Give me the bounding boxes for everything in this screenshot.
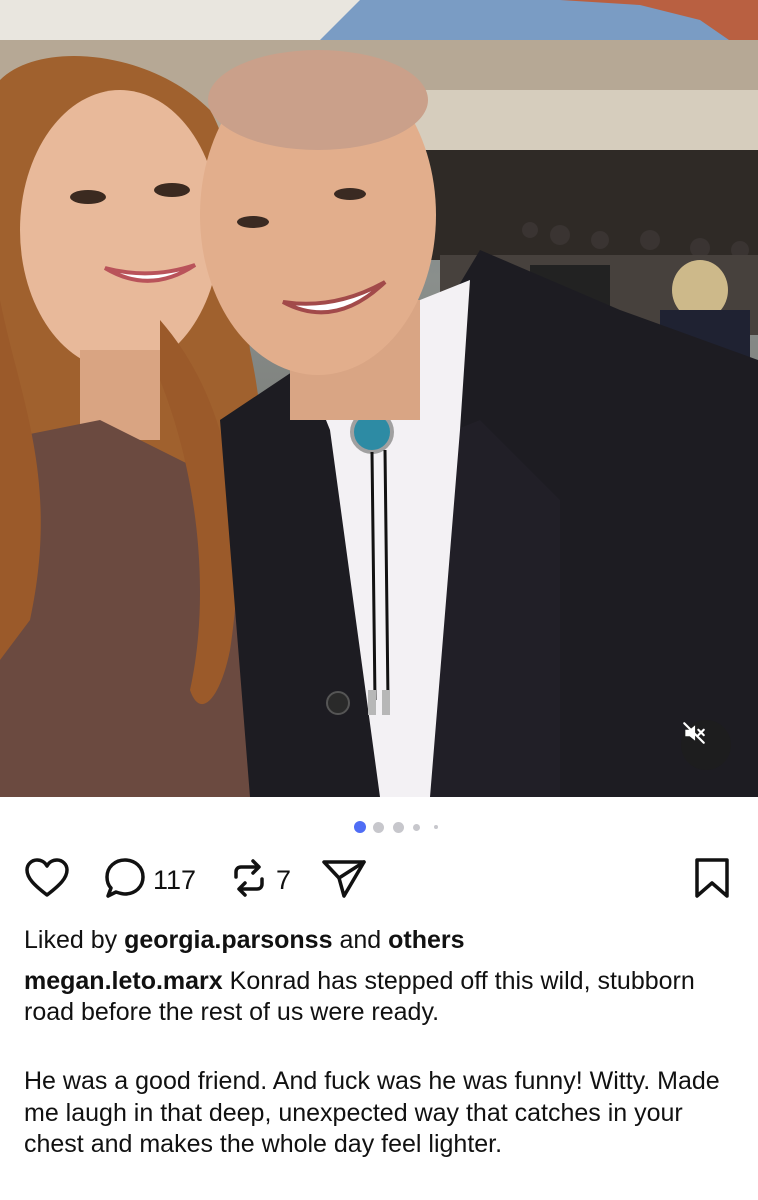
likes-prefix: Liked by xyxy=(24,926,118,954)
comment-count: 117 xyxy=(153,864,197,895)
caption-username[interactable]: megan.leto.marx xyxy=(24,967,223,995)
caption-paragraph: He was a good friend. And fuck was he wa… xyxy=(24,1067,720,1158)
comment-button[interactable]: 117 xyxy=(103,855,196,905)
post-action-bar: 117 7 xyxy=(0,855,758,907)
repost-count: 7 xyxy=(276,864,292,895)
post-caption: megan.leto.marx Konrad has stepped off t… xyxy=(24,966,739,1028)
heart-icon xyxy=(24,857,70,904)
bookmark-icon xyxy=(693,857,731,904)
photo-illustration xyxy=(0,0,758,797)
carousel-dot xyxy=(393,822,404,833)
post-photo[interactable] xyxy=(0,0,758,797)
save-button[interactable] xyxy=(693,855,731,905)
carousel-dot-active xyxy=(354,821,366,833)
carousel-dot xyxy=(413,824,420,831)
likes-others-link[interactable]: others xyxy=(388,926,464,954)
repost-button[interactable]: 7 xyxy=(228,855,291,905)
carousel-dot xyxy=(434,825,438,829)
share-button[interactable] xyxy=(320,855,368,905)
like-button[interactable] xyxy=(24,855,70,905)
comment-icon xyxy=(103,856,147,905)
carousel-indicator xyxy=(0,820,758,834)
carousel-dot xyxy=(373,822,384,833)
send-icon xyxy=(320,856,368,905)
liker-username[interactable]: georgia.parsonss xyxy=(124,926,332,954)
mute-button[interactable] xyxy=(681,720,731,770)
likes-conjunction: and xyxy=(339,926,382,954)
repost-icon xyxy=(228,857,270,904)
likes-summary[interactable]: Liked by georgia.parsonss and others xyxy=(24,926,465,955)
